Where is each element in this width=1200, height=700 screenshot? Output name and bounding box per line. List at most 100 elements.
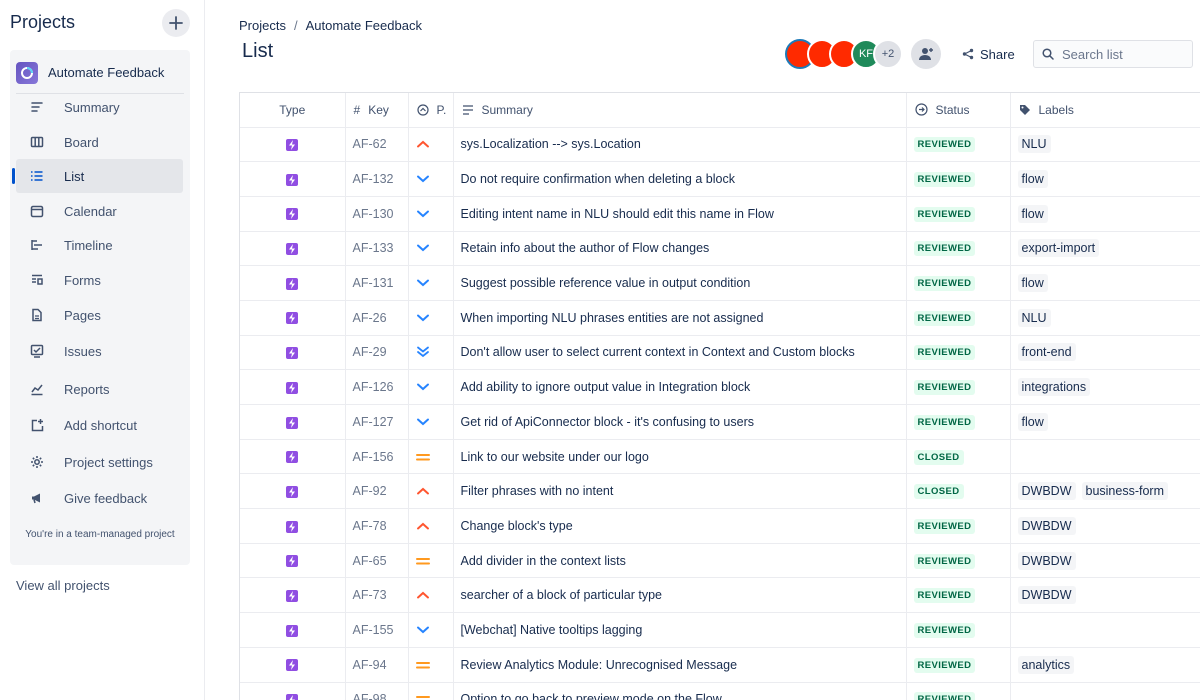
table-row[interactable]: AF-62 sys.Localization --> sys.Location RE…	[240, 127, 1200, 163]
issue-summary[interactable]: Link to our website under our logo	[453, 439, 907, 475]
sidebar-item-reports[interactable]: Reports	[16, 372, 183, 406]
status-badge[interactable]: REVIEWED	[913, 692, 976, 700]
status-cell[interactable]: REVIEWED	[906, 682, 1011, 700]
issue-label[interactable]: flow	[1017, 412, 1048, 431]
priority-cell[interactable]	[408, 231, 454, 267]
type-cell[interactable]	[240, 231, 346, 267]
table-row[interactable]: AF-29 Don't allow user to select current …	[240, 335, 1200, 371]
issue-label[interactable]: export-import	[1017, 239, 1100, 258]
status-badge[interactable]: REVIEWED	[913, 518, 976, 534]
sidebar-item-calendar[interactable]: Calendar	[16, 194, 183, 228]
sidebar-item-list[interactable]: List	[12, 159, 183, 193]
issue-label[interactable]: DWBDW	[1017, 551, 1076, 570]
status-badge[interactable]: REVIEWED	[913, 622, 976, 638]
issue-label[interactable]: NLU	[1017, 135, 1051, 154]
issue-key[interactable]: AF-126	[345, 369, 409, 405]
status-cell[interactable]: REVIEWED	[906, 300, 1011, 336]
status-badge[interactable]: REVIEWED	[913, 414, 976, 430]
sidebar-item-give-feedback[interactable]: Give feedback	[16, 481, 183, 515]
sidebar-item-forms[interactable]: Forms	[16, 263, 183, 297]
issue-key[interactable]: AF-133	[345, 231, 409, 267]
issue-label[interactable]: DWBDW	[1017, 482, 1076, 501]
issue-summary[interactable]: Editing intent name in NLU should edit t…	[453, 196, 907, 232]
priority-cell[interactable]	[408, 508, 454, 544]
priority-cell[interactable]	[408, 473, 454, 510]
issue-label[interactable]: business-form	[1081, 482, 1168, 501]
table-row[interactable]: AF-92 Filter phrases with no intent CLOSED…	[240, 473, 1200, 510]
labels-cell[interactable]	[1010, 439, 1200, 475]
priority-cell[interactable]	[408, 335, 454, 371]
more-avatars-button[interactable]: +2	[873, 39, 903, 69]
issue-summary[interactable]: Suggest possible reference value in outp…	[453, 265, 907, 301]
priority-cell[interactable]	[408, 647, 454, 683]
labels-cell[interactable]: flow	[1010, 265, 1200, 301]
issue-summary[interactable]: Option to go back to preview mode on the…	[453, 682, 907, 700]
status-badge[interactable]: REVIEWED	[913, 553, 976, 569]
status-badge[interactable]: REVIEWED	[913, 241, 976, 257]
labels-cell[interactable]	[1010, 682, 1200, 700]
view-all-projects-link[interactable]: View all projects	[16, 578, 110, 593]
priority-cell[interactable]	[408, 577, 454, 614]
status-badge[interactable]: REVIEWED	[913, 137, 976, 153]
status-cell[interactable]: REVIEWED	[906, 577, 1011, 614]
status-badge[interactable]: REVIEWED	[913, 657, 976, 673]
column-header-status[interactable]: Status	[906, 93, 1011, 128]
sidebar-item-timeline[interactable]: Timeline	[16, 228, 183, 262]
type-cell[interactable]	[240, 369, 346, 405]
type-cell[interactable]	[240, 612, 346, 648]
issue-key[interactable]: AF-98	[345, 682, 409, 700]
priority-cell[interactable]	[408, 369, 454, 405]
status-badge[interactable]: REVIEWED	[913, 206, 976, 222]
issue-key[interactable]: AF-94	[345, 647, 409, 683]
issue-label[interactable]: analytics	[1017, 655, 1075, 674]
table-row[interactable]: AF-73 searcher of a block of particular t…	[240, 577, 1200, 614]
project-header[interactable]: Automate Feedback	[16, 58, 184, 94]
sidebar-item-add-shortcut[interactable]: Add shortcut	[16, 408, 183, 442]
priority-cell[interactable]	[408, 404, 454, 440]
issue-key[interactable]: AF-127	[345, 404, 409, 440]
table-row[interactable]: AF-126 Add ability to ignore output value…	[240, 369, 1200, 405]
create-project-button[interactable]	[162, 9, 190, 37]
table-row[interactable]: AF-94 Review Analytics Module: Unrecognis…	[240, 647, 1200, 683]
issue-label[interactable]: flow	[1017, 204, 1048, 223]
type-cell[interactable]	[240, 543, 346, 579]
type-cell[interactable]	[240, 127, 346, 163]
table-row[interactable]: AF-155 [Webchat] Native tooltips lagging R…	[240, 612, 1200, 648]
priority-cell[interactable]	[408, 161, 454, 197]
status-badge[interactable]: CLOSED	[913, 484, 964, 500]
issue-label[interactable]: flow	[1017, 170, 1048, 189]
type-cell[interactable]	[240, 265, 346, 301]
issue-summary[interactable]: Review Analytics Module: Unrecognised Me…	[453, 647, 907, 683]
issue-key[interactable]: AF-131	[345, 265, 409, 301]
status-cell[interactable]: REVIEWED	[906, 127, 1011, 163]
issue-label[interactable]: flow	[1017, 274, 1048, 293]
priority-cell[interactable]	[408, 300, 454, 336]
labels-cell[interactable]: DWBDW	[1010, 543, 1200, 579]
issue-label[interactable]: DWBDW	[1017, 516, 1076, 535]
issue-key[interactable]: AF-156	[345, 439, 409, 475]
labels-cell[interactable]: DWBDW	[1010, 577, 1200, 614]
issue-label[interactable]: integrations	[1017, 378, 1091, 397]
issue-label[interactable]: front-end	[1017, 343, 1076, 362]
sidebar-item-issues[interactable]: Issues	[16, 334, 183, 368]
labels-cell[interactable]	[1010, 612, 1200, 648]
issue-label[interactable]: DWBDW	[1017, 586, 1076, 605]
labels-cell[interactable]: flow	[1010, 161, 1200, 197]
search-input[interactable]	[1062, 46, 1182, 62]
type-cell[interactable]	[240, 439, 346, 475]
status-badge[interactable]: CLOSED	[913, 449, 964, 465]
priority-cell[interactable]	[408, 682, 454, 700]
issue-summary[interactable]: Add divider in the context lists	[453, 543, 907, 579]
issue-summary[interactable]: sys.Localization --> sys.Location	[453, 127, 907, 163]
type-cell[interactable]	[240, 161, 346, 197]
labels-cell[interactable]: NLU	[1010, 127, 1200, 163]
column-header-priority[interactable]: P.	[408, 93, 454, 128]
issue-summary[interactable]: Change block's type	[453, 508, 907, 544]
issue-summary[interactable]: Don't allow user to select current conte…	[453, 335, 907, 371]
issue-key[interactable]: AF-130	[345, 196, 409, 232]
priority-cell[interactable]	[408, 196, 454, 232]
breadcrumb-projects[interactable]: Projects	[239, 18, 286, 33]
issue-key[interactable]: AF-65	[345, 543, 409, 579]
table-row[interactable]: AF-133 Retain info about the author of Fl…	[240, 231, 1200, 267]
issue-summary[interactable]: Do not require confirmation when deletin…	[453, 161, 907, 197]
